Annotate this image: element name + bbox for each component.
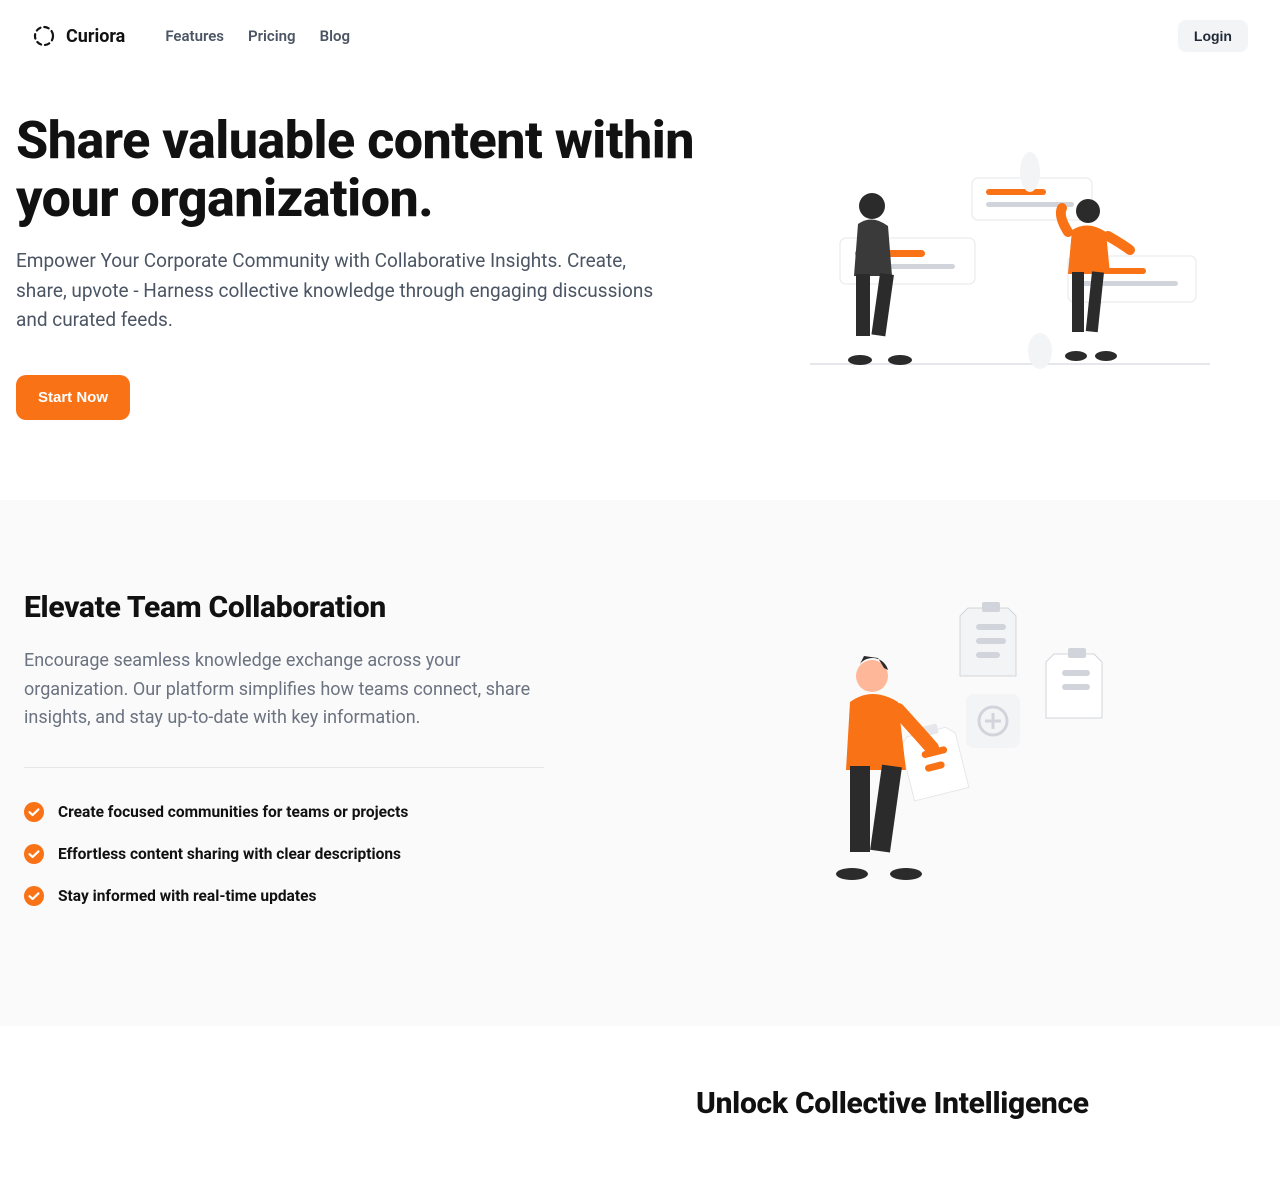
top-nav: Curiora Features Pricing Blog Login xyxy=(0,0,1280,72)
brand-logo-icon xyxy=(32,24,56,48)
feature-item: Create focused communities for teams or … xyxy=(24,802,624,822)
feature-label: Create focused communities for teams or … xyxy=(58,803,408,821)
collaboration-illustration xyxy=(684,590,1256,906)
hero-section: Share valuable content within your organ… xyxy=(0,72,1280,500)
feature-label: Stay informed with real-time updates xyxy=(58,887,316,905)
intelligence-text: Unlock Collective Intelligence xyxy=(696,1086,1256,1121)
nav-links: Features Pricing Blog xyxy=(165,27,350,45)
login-button[interactable]: Login xyxy=(1178,20,1248,52)
feature-label: Effortless content sharing with clear de… xyxy=(58,845,401,863)
nav-link-blog[interactable]: Blog xyxy=(320,27,350,45)
brand[interactable]: Curiora xyxy=(32,24,125,48)
brand-name: Curiora xyxy=(66,26,125,47)
hero-text: Share valuable content within your organ… xyxy=(16,112,716,420)
check-circle-icon xyxy=(24,802,44,822)
divider xyxy=(24,767,544,768)
collaboration-title: Elevate Team Collaboration xyxy=(24,590,624,625)
check-circle-icon xyxy=(24,886,44,906)
feature-list: Create focused communities for teams or … xyxy=(24,802,624,906)
intelligence-section: Unlock Collective Intelligence xyxy=(0,1026,1280,1181)
check-circle-icon xyxy=(24,844,44,864)
nav-link-pricing[interactable]: Pricing xyxy=(248,27,296,45)
nav-left: Curiora Features Pricing Blog xyxy=(32,24,350,48)
hero-subtitle: Empower Your Corporate Community with Co… xyxy=(16,246,676,334)
intelligence-title: Unlock Collective Intelligence xyxy=(696,1086,1256,1121)
hero-illustration xyxy=(756,112,1264,420)
collaboration-section: Elevate Team Collaboration Encourage sea… xyxy=(0,500,1280,1026)
nav-link-features[interactable]: Features xyxy=(165,27,224,45)
feature-item: Effortless content sharing with clear de… xyxy=(24,844,624,864)
start-now-button[interactable]: Start Now xyxy=(16,375,130,420)
feature-item: Stay informed with real-time updates xyxy=(24,886,624,906)
intelligence-illustration-placeholder xyxy=(24,1086,636,1121)
hero-title: Share valuable content within your organ… xyxy=(16,112,716,228)
collaboration-text: Elevate Team Collaboration Encourage sea… xyxy=(24,590,624,906)
collaboration-subtitle: Encourage seamless knowledge exchange ac… xyxy=(24,647,544,733)
